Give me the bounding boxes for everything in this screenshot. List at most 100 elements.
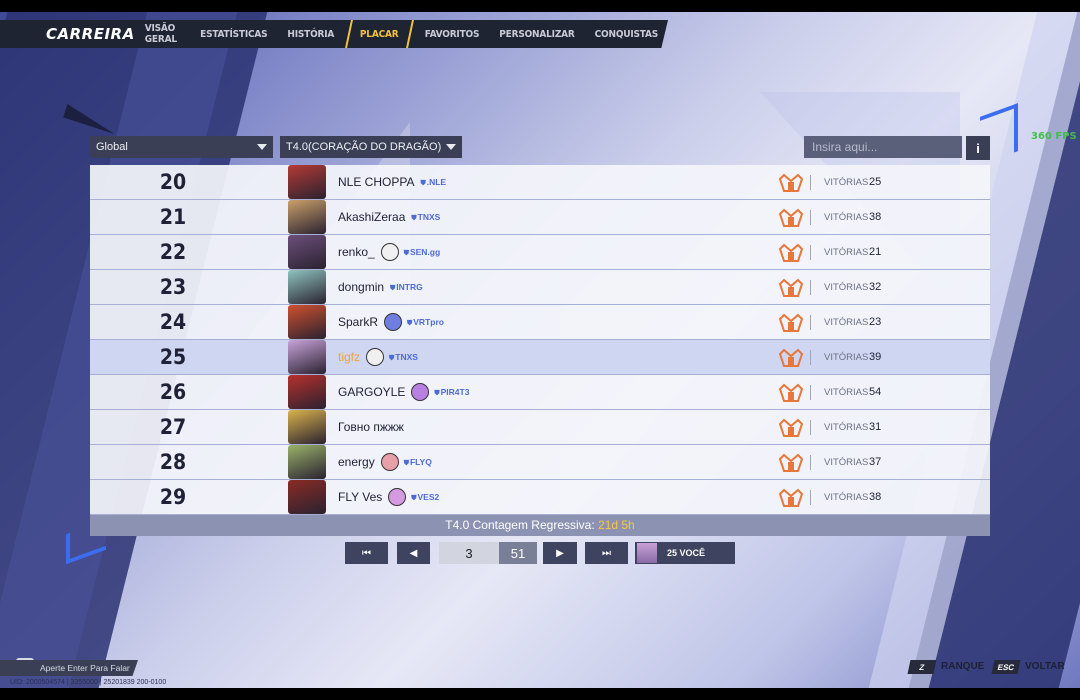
wins-label: VITÓRIAS: [824, 281, 869, 293]
search-input[interactable]: [804, 136, 962, 158]
player-info: energy FLYQ: [338, 453, 432, 471]
player-name: Говно пжжж: [338, 420, 404, 434]
tab-label: PERSONALIZAR: [499, 28, 575, 40]
tab-label: PLACAR: [360, 28, 399, 40]
wins-label: VITÓRIAS: [824, 491, 869, 503]
season-countdown: T4.0 Contagem Regressiva: 21d 5h: [90, 515, 990, 536]
hero-portrait: [288, 165, 326, 199]
tab-favoritos[interactable]: FAVORITOS: [415, 20, 489, 48]
wins-value: 31: [869, 421, 882, 433]
page-number-input[interactable]: 3: [439, 542, 499, 564]
table-row[interactable]: 24 SparkR VRTpro VITÓRIAS23: [90, 305, 990, 340]
hero-portrait: [288, 340, 326, 374]
table-row[interactable]: 22 renko_ SEN.gg VITÓRIAS21: [90, 235, 990, 270]
rank-emblem-icon: [778, 453, 804, 472]
me-label: 25 VOCÊ: [667, 548, 706, 558]
club-tag: FLYQ: [404, 457, 432, 468]
player-badge-icon: [366, 348, 385, 366]
wins-value: 38: [869, 211, 882, 223]
region-value: Global: [96, 141, 128, 153]
tab-label: ESTATÍSTICAS: [200, 28, 268, 40]
wins-label: VITÓRIAS: [824, 176, 869, 188]
table-row[interactable]: 23 dongmin INTRG VITÓRIAS32: [90, 270, 990, 305]
divider: [810, 315, 811, 330]
key-hint-esc: ESC: [991, 660, 1021, 674]
player-info: renko_ SEN.gg: [338, 243, 440, 261]
career-screen: CARREIRA VISÃO GERAL ESTATÍSTICAS HISTÓR…: [0, 12, 1080, 688]
tab-placar[interactable]: PLACAR: [345, 20, 414, 48]
rank-number: 22: [159, 240, 187, 264]
top-nav: CARREIRA VISÃO GERAL ESTATÍSTICAS HISTÓR…: [0, 20, 668, 48]
chevron-down-icon: [257, 144, 267, 150]
wins-value: 38: [869, 491, 882, 503]
next-page-button[interactable]: ▶: [543, 542, 577, 564]
tab-label: FAVORITOS: [424, 28, 480, 40]
rank-number: 24: [159, 310, 187, 334]
player-info: dongmin INTRG: [338, 280, 423, 294]
player-name: AkashiZeraa: [338, 210, 406, 224]
first-page-button[interactable]: ⏮: [345, 542, 388, 564]
divider: [810, 420, 811, 435]
wins-label: VITÓRIAS: [824, 316, 869, 328]
rank-emblem-icon: [778, 383, 804, 402]
page-total: 51: [499, 542, 537, 564]
wins-label: VITÓRIAS: [824, 421, 869, 433]
fps-counter: 360 FPS: [1031, 131, 1077, 142]
player-name: NLE CHOPPA: [338, 175, 415, 189]
tab-estatisticas[interactable]: ESTATÍSTICAS: [190, 20, 277, 48]
player-badge-icon: [380, 453, 399, 471]
wins-value: 39: [869, 351, 882, 363]
leaderboard-table: 20NLE CHOPPA.NLEVITÓRIAS2521AkashiZeraaT…: [90, 165, 990, 536]
hero-portrait: [288, 305, 326, 339]
tab-conquistas[interactable]: CONQUISTAS: [585, 20, 668, 48]
ranque-button[interactable]: RANQUE: [941, 661, 984, 672]
wins-value: 32: [869, 281, 882, 293]
voltar-button[interactable]: VOLTAR: [1025, 661, 1065, 672]
jump-to-me-button[interactable]: 25 VOCÊ: [635, 542, 735, 564]
table-row[interactable]: 29 FLY Ves VES2 VITÓRIAS38: [90, 480, 990, 515]
tab-historia[interactable]: HISTÓRIA: [277, 20, 344, 48]
rank-emblem-icon: [778, 348, 804, 367]
season-dropdown[interactable]: T4.0(CORAÇÃO DO DRAGÃO): [280, 136, 462, 158]
player-name: dongmin: [338, 280, 385, 294]
region-dropdown[interactable]: Global: [90, 136, 273, 158]
table-row[interactable]: 25 tigfz TNXS VITÓRIAS39: [90, 340, 990, 375]
table-row[interactable]: 20 NLE CHOPPA .NLE VITÓRIAS25: [90, 165, 990, 200]
player-badge-icon: [380, 243, 399, 261]
rank-number: 26: [159, 380, 187, 404]
wins-value: 23: [869, 316, 882, 328]
hero-portrait: [288, 410, 326, 444]
player-info: tigfz TNXS: [338, 348, 418, 366]
wins-label: VITÓRIAS: [824, 211, 869, 223]
club-tag: .NLE: [420, 177, 446, 188]
key-hint-z: Z: [907, 660, 937, 674]
player-name: energy: [338, 455, 375, 469]
chevron-down-icon: [446, 144, 456, 150]
rank-emblem-icon: [778, 278, 804, 297]
hero-portrait: [288, 480, 326, 514]
prev-page-button[interactable]: ◀: [397, 542, 430, 564]
player-info: NLE CHOPPA .NLE: [338, 175, 446, 189]
rank-emblem-icon: [778, 243, 804, 262]
player-badge-icon: [388, 488, 407, 506]
tab-visao-geral[interactable]: VISÃO GERAL: [135, 20, 190, 48]
player-name: tigfz: [338, 350, 361, 364]
table-row[interactable]: 28 energy FLYQ VITÓRIAS37: [90, 445, 990, 480]
table-row[interactable]: 27 Говно пжжж VITÓRIAS 31: [90, 410, 990, 445]
last-page-button[interactable]: ⏭: [585, 542, 628, 564]
rank-emblem-icon: [778, 173, 804, 192]
divider: [810, 280, 811, 295]
uid-text: UID: 2000504574 | 3355000 | 25201839 200…: [10, 679, 167, 686]
player-info: AkashiZeraa TNXS: [338, 210, 440, 224]
chat-prompt[interactable]: Aperte Enter Para Falar: [0, 660, 138, 676]
rank-number: 21: [159, 205, 187, 229]
corner-arrow-icon: [63, 103, 119, 135]
wins-label: VITÓRIAS: [824, 386, 869, 398]
table-row[interactable]: 26 GARGOYLE PIR4T3 VITÓRIAS54: [90, 375, 990, 410]
tab-personalizar[interactable]: PERSONALIZAR: [489, 20, 584, 48]
info-button[interactable]: i: [966, 136, 990, 160]
rank-number: 25: [159, 345, 187, 369]
avatar: [637, 543, 657, 563]
table-row[interactable]: 21 AkashiZeraa TNXS VITÓRIAS38: [90, 200, 990, 235]
season-value: T4.0(CORAÇÃO DO DRAGÃO): [286, 141, 442, 153]
